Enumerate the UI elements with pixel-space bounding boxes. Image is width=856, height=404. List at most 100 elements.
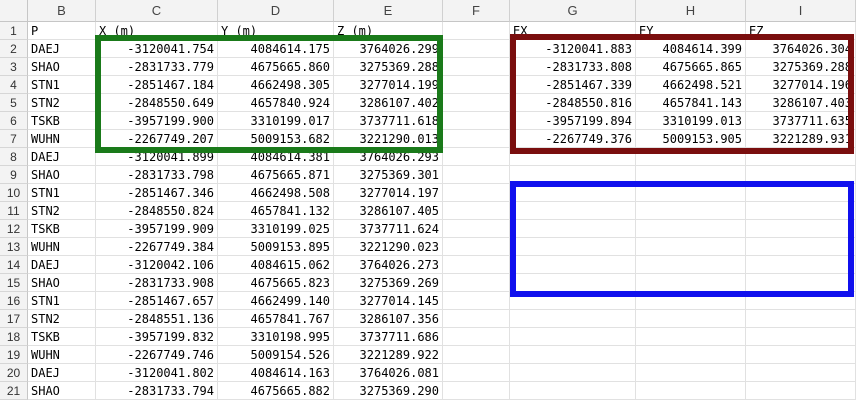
cell-d21[interactable]: 4675665.882 (218, 382, 334, 400)
cell-b4[interactable]: STN1 (28, 76, 96, 94)
cell-b10[interactable]: STN1 (28, 184, 96, 202)
spreadsheet-grid[interactable]: BCDEFGHI1PX (m) Y (m) Z (m) EX EY EZ 2 DAEJ -312… (0, 0, 856, 404)
cell-i6[interactable]: 3737711.635 (746, 112, 856, 130)
cell-c14[interactable]: -3120042.106 (96, 256, 218, 274)
cell-e16[interactable]: 3277014.145 (334, 292, 443, 310)
cell-i11[interactable] (746, 202, 856, 220)
cell-e6[interactable]: 3737711.618 (334, 112, 443, 130)
cell-b11[interactable]: STN2 (28, 202, 96, 220)
cell-f13[interactable] (443, 238, 510, 256)
cell-i7[interactable]: 3221289.931 (746, 130, 856, 148)
cell-c19[interactable]: -2267749.746 (96, 346, 218, 364)
cell-h3[interactable]: 4675665.865 (636, 58, 746, 76)
column-header-b[interactable]: B (28, 0, 96, 22)
cell-f5[interactable] (443, 94, 510, 112)
row-header-1[interactable]: 1 (0, 22, 28, 40)
cell-g20[interactable] (510, 364, 636, 382)
cell-e18[interactable]: 3737711.686 (334, 328, 443, 346)
cell-d12[interactable]: 3310199.025 (218, 220, 334, 238)
cell-g10[interactable] (510, 184, 636, 202)
cell-b20[interactable]: DAEJ (28, 364, 96, 382)
row-header-2[interactable]: 2 (0, 40, 28, 58)
cell-e17[interactable]: 3286107.356 (334, 310, 443, 328)
cell-e7[interactable]: 3221290.013 (334, 130, 443, 148)
cell-i13[interactable] (746, 238, 856, 256)
cell-c2[interactable]: -3120041.754 (96, 40, 218, 58)
cell-i19[interactable] (746, 346, 856, 364)
cell-f19[interactable] (443, 346, 510, 364)
cell-c12[interactable]: -3957199.909 (96, 220, 218, 238)
cell-h2[interactable]: 4084614.399 (636, 40, 746, 58)
cell-i1[interactable]: EZ (746, 22, 856, 40)
cell-d16[interactable]: 4662499.140 (218, 292, 334, 310)
cell-d7[interactable]: 5009153.682 (218, 130, 334, 148)
cell-c20[interactable]: -3120041.802 (96, 364, 218, 382)
cell-h11[interactable] (636, 202, 746, 220)
cell-c4[interactable]: -2851467.184 (96, 76, 218, 94)
cell-e20[interactable]: 3764026.081 (334, 364, 443, 382)
cell-h1[interactable]: EY (636, 22, 746, 40)
cell-d1[interactable]: Y (m) (218, 22, 334, 40)
cell-g17[interactable] (510, 310, 636, 328)
cell-g8[interactable] (510, 148, 636, 166)
cell-g15[interactable] (510, 274, 636, 292)
column-header-c[interactable]: C (96, 0, 218, 22)
cell-e2[interactable]: 3764026.299 (334, 40, 443, 58)
row-header-14[interactable]: 14 (0, 256, 28, 274)
cell-e12[interactable]: 3737711.624 (334, 220, 443, 238)
cell-b18[interactable]: TSKB (28, 328, 96, 346)
row-header-13[interactable]: 13 (0, 238, 28, 256)
cell-b5[interactable]: STN2 (28, 94, 96, 112)
cell-e10[interactable]: 3277014.197 (334, 184, 443, 202)
cell-d17[interactable]: 4657841.767 (218, 310, 334, 328)
cell-g5[interactable]: -2848550.816 (510, 94, 636, 112)
cell-g21[interactable] (510, 382, 636, 400)
cell-i17[interactable] (746, 310, 856, 328)
cell-f10[interactable] (443, 184, 510, 202)
cell-c1[interactable]: X (m) (96, 22, 218, 40)
cell-g19[interactable] (510, 346, 636, 364)
cell-e4[interactable]: 3277014.199 (334, 76, 443, 94)
cell-i16[interactable] (746, 292, 856, 310)
row-header-5[interactable]: 5 (0, 94, 28, 112)
cell-h7[interactable]: 5009153.905 (636, 130, 746, 148)
cell-g18[interactable] (510, 328, 636, 346)
cell-c5[interactable]: -2848550.649 (96, 94, 218, 112)
cell-f7[interactable] (443, 130, 510, 148)
cell-e19[interactable]: 3221289.922 (334, 346, 443, 364)
cell-e9[interactable]: 3275369.301 (334, 166, 443, 184)
cell-h10[interactable] (636, 184, 746, 202)
cell-b16[interactable]: STN1 (28, 292, 96, 310)
cell-b7[interactable]: WUHN (28, 130, 96, 148)
cell-g11[interactable] (510, 202, 636, 220)
cell-b1[interactable]: P (28, 22, 96, 40)
cell-c21[interactable]: -2831733.794 (96, 382, 218, 400)
cell-g7[interactable]: -2267749.376 (510, 130, 636, 148)
cell-g6[interactable]: -3957199.894 (510, 112, 636, 130)
cell-c13[interactable]: -2267749.384 (96, 238, 218, 256)
cell-c3[interactable]: -2831733.779 (96, 58, 218, 76)
cell-i18[interactable] (746, 328, 856, 346)
cell-d11[interactable]: 4657841.132 (218, 202, 334, 220)
row-header-11[interactable]: 11 (0, 202, 28, 220)
row-header-9[interactable]: 9 (0, 166, 28, 184)
cell-b17[interactable]: STN2 (28, 310, 96, 328)
column-header-i[interactable]: I (746, 0, 856, 22)
select-all-corner[interactable] (0, 0, 28, 22)
cell-g12[interactable] (510, 220, 636, 238)
cell-b8[interactable]: DAEJ (28, 148, 96, 166)
cell-f16[interactable] (443, 292, 510, 310)
cell-d20[interactable]: 4084614.163 (218, 364, 334, 382)
cell-h14[interactable] (636, 256, 746, 274)
cell-h18[interactable] (636, 328, 746, 346)
cell-e13[interactable]: 3221290.023 (334, 238, 443, 256)
cell-f4[interactable] (443, 76, 510, 94)
cell-h13[interactable] (636, 238, 746, 256)
cell-h9[interactable] (636, 166, 746, 184)
column-header-e[interactable]: E (334, 0, 443, 22)
cell-d8[interactable]: 4084614.381 (218, 148, 334, 166)
cell-c15[interactable]: -2831733.908 (96, 274, 218, 292)
cell-i12[interactable] (746, 220, 856, 238)
cell-d5[interactable]: 4657840.924 (218, 94, 334, 112)
cell-g1[interactable]: EX (510, 22, 636, 40)
